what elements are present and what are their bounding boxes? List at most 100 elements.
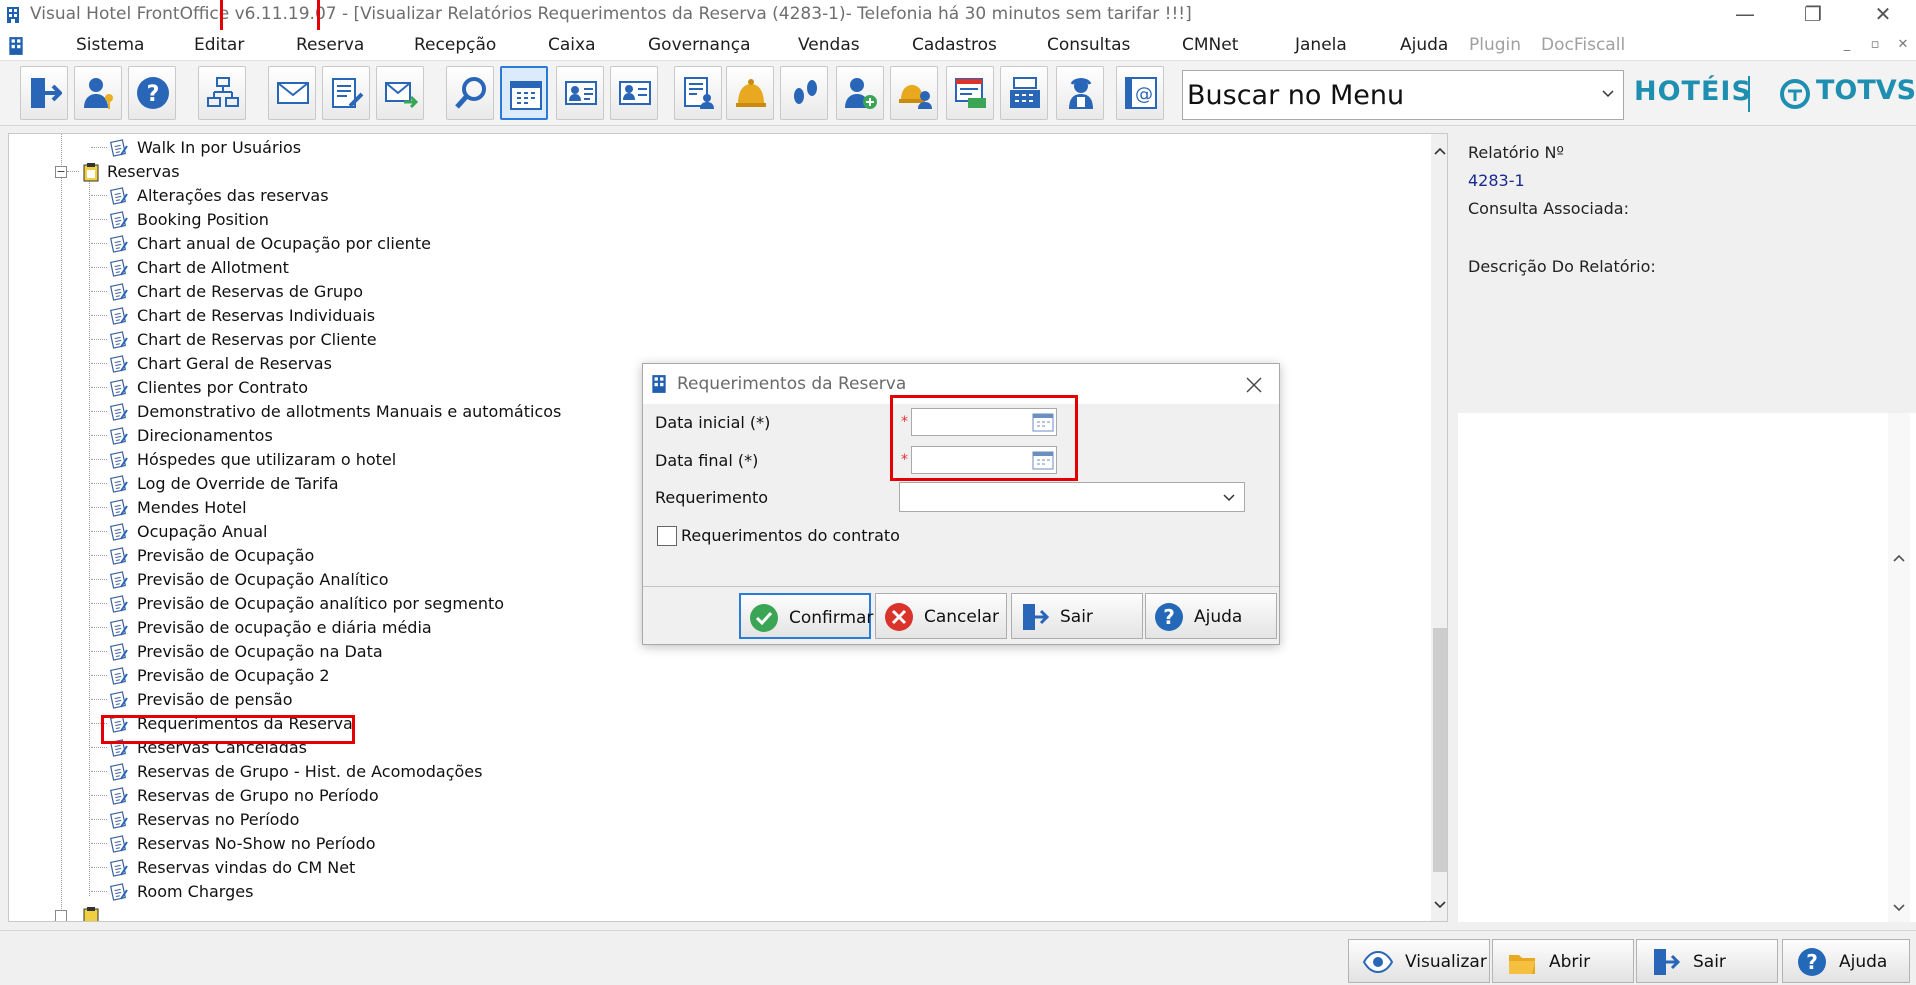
exit-button[interactable]: Sair bbox=[1636, 939, 1778, 983]
tree-group-partial[interactable] bbox=[9, 904, 1429, 921]
tb-bell-button[interactable] bbox=[726, 66, 774, 120]
brand-hoteis-logo: HOTÉIS bbox=[1634, 76, 1752, 107]
menu-search-combobox[interactable]: Buscar no Menu bbox=[1182, 70, 1624, 120]
dialog-exit-button[interactable]: Sair bbox=[1011, 593, 1143, 639]
tree-item[interactable]: Chart de Allotment bbox=[9, 256, 1429, 280]
menu-docfiscall[interactable]: DocFiscall bbox=[1541, 35, 1625, 55]
tb-maid-button[interactable] bbox=[1056, 66, 1104, 120]
tree-item[interactable]: Reservas de Grupo no Período bbox=[9, 784, 1429, 808]
menu-cmnet[interactable]: CMNet bbox=[1182, 35, 1238, 55]
tree-item-label: Ocupação Anual bbox=[137, 522, 268, 541]
tree-item[interactable]: Booking Position bbox=[9, 208, 1429, 232]
open-button[interactable]: Abrir bbox=[1492, 939, 1634, 983]
help-button[interactable]: ? Ajuda bbox=[1782, 939, 1910, 983]
close-button[interactable]: ✕ bbox=[1860, 0, 1906, 30]
tree-item[interactable]: Chart de Reservas Individuais bbox=[9, 304, 1429, 328]
scroll-down-icon[interactable] bbox=[1893, 903, 1905, 913]
report-icon bbox=[109, 787, 128, 805]
tb-reservation-card-button[interactable] bbox=[610, 66, 658, 120]
minimize-button[interactable]: — bbox=[1722, 0, 1768, 30]
chevron-down-icon[interactable] bbox=[1601, 87, 1615, 101]
tree-item[interactable]: Room Charges bbox=[9, 880, 1429, 904]
description-scrollbar[interactable] bbox=[1888, 413, 1910, 922]
menu-governanca[interactable]: Governança bbox=[648, 35, 751, 55]
menu-caixa[interactable]: Caixa bbox=[548, 35, 596, 55]
tb-help-button[interactable]: ? bbox=[128, 66, 176, 120]
menu-editar[interactable]: Editar bbox=[194, 35, 244, 55]
tb-edit-report-button[interactable] bbox=[322, 66, 370, 120]
tree-item[interactable]: Previsão de Ocupação 2 bbox=[9, 664, 1429, 688]
menu-reserva[interactable]: Reserva bbox=[296, 35, 364, 55]
tree-item[interactable]: Chart de Reservas de Grupo bbox=[9, 280, 1429, 304]
exit-icon bbox=[1023, 604, 1050, 630]
calendar-icon bbox=[510, 81, 542, 110]
scroll-down-icon[interactable] bbox=[1434, 900, 1446, 910]
svg-text:?: ? bbox=[147, 82, 160, 107]
dialog-help-label: Ajuda bbox=[1194, 607, 1243, 627]
tree-item-label: Reservas no Período bbox=[137, 810, 300, 829]
tree-item[interactable]: Previsão de pensão bbox=[9, 688, 1429, 712]
tb-footprint-button[interactable] bbox=[780, 66, 828, 120]
scroll-up-icon[interactable] bbox=[1893, 553, 1905, 563]
tree-item[interactable]: Reservas de Grupo - Hist. de Acomodações bbox=[9, 760, 1429, 784]
tree-vertical-scrollbar[interactable] bbox=[1431, 134, 1447, 921]
tree-item[interactable]: Alterações das reservas bbox=[9, 184, 1429, 208]
tb-guest-card-button[interactable] bbox=[556, 66, 604, 120]
tree-item[interactable]: Chart de Reservas por Cliente bbox=[9, 328, 1429, 352]
view-label: Visualizar bbox=[1405, 952, 1487, 972]
tb-user-key-button[interactable] bbox=[74, 66, 122, 120]
dialog-help-button[interactable]: ? Ajuda bbox=[1145, 593, 1277, 639]
menu-janela[interactable]: Janela bbox=[1295, 35, 1347, 55]
tb-exit-button[interactable] bbox=[20, 66, 68, 120]
tree-item[interactable]: Reservas vindas do CM Net bbox=[9, 856, 1429, 880]
tree-item[interactable]: Reservas no Período bbox=[9, 808, 1429, 832]
tb-contact-email-button[interactable]: @ bbox=[1116, 66, 1164, 120]
report-icon bbox=[109, 283, 128, 301]
tb-cash-register-button[interactable] bbox=[1000, 66, 1048, 120]
tb-org-chart-button[interactable] bbox=[198, 66, 246, 120]
tree-item-label: Chart Geral de Reservas bbox=[137, 354, 332, 373]
contract-requirements-checkbox[interactable] bbox=[657, 526, 677, 546]
folder-icon bbox=[1509, 955, 1535, 974]
requirement-select[interactable] bbox=[899, 482, 1245, 512]
mdi-restore-button[interactable]: ▫ bbox=[1866, 36, 1884, 54]
tb-calendar-button[interactable] bbox=[500, 66, 548, 120]
check-icon bbox=[750, 604, 778, 632]
menu-recepcao[interactable]: Recepção bbox=[414, 35, 496, 55]
mdi-minimize-button[interactable]: _ bbox=[1838, 36, 1856, 54]
tree-scroll-thumb[interactable] bbox=[1433, 628, 1447, 872]
cancel-button[interactable]: Cancelar bbox=[875, 593, 1007, 639]
tree-item-label: Reservas de Grupo - Hist. de Acomodações bbox=[137, 762, 483, 781]
tb-mail-button[interactable] bbox=[268, 66, 316, 120]
mdi-close-button[interactable]: ✕ bbox=[1894, 36, 1912, 54]
menu-consultas[interactable]: Consultas bbox=[1047, 35, 1130, 55]
tree-item-label: Previsão de Ocupação Analítico bbox=[137, 570, 389, 589]
tb-search-button[interactable] bbox=[446, 66, 494, 120]
view-button[interactable]: Visualizar bbox=[1348, 939, 1490, 983]
tree-item[interactable]: Chart anual de Ocupação por cliente bbox=[9, 232, 1429, 256]
menu-sistema[interactable]: Sistema bbox=[76, 35, 144, 55]
chevron-down-icon[interactable] bbox=[1222, 492, 1236, 504]
collapse-toggle-icon[interactable] bbox=[55, 910, 67, 921]
scroll-up-icon[interactable] bbox=[1434, 146, 1446, 156]
tb-cash-report-button[interactable] bbox=[946, 66, 994, 120]
menu-plugin[interactable]: Plugin bbox=[1469, 35, 1521, 55]
menu-ajuda[interactable]: Ajuda bbox=[1400, 35, 1448, 55]
dialog-close-icon[interactable] bbox=[1245, 376, 1263, 394]
tb-send-mail-button[interactable] bbox=[376, 66, 424, 120]
restore-button[interactable]: ❐ bbox=[1790, 0, 1836, 30]
cancel-label: Cancelar bbox=[924, 607, 999, 627]
org-chart-icon bbox=[207, 77, 239, 107]
tree-item[interactable]: Reservas No-Show no Período bbox=[9, 832, 1429, 856]
collapse-toggle-icon[interactable]: − bbox=[55, 166, 67, 178]
tree-item[interactable]: Walk In por Usuários bbox=[9, 136, 1429, 160]
confirm-button[interactable]: Confirmar bbox=[739, 593, 873, 639]
menu-search-text: Buscar no Menu bbox=[1187, 80, 1405, 111]
menu-vendas[interactable]: Vendas bbox=[798, 35, 860, 55]
tb-add-user-button[interactable] bbox=[836, 66, 884, 120]
bottom-action-bar: Visualizar Abrir Sair ? Ajuda bbox=[0, 930, 1916, 985]
tb-report-user-button[interactable] bbox=[674, 66, 722, 120]
tree-group-reservas[interactable]: − Reservas bbox=[9, 160, 1429, 184]
menu-cadastros[interactable]: Cadastros bbox=[912, 35, 997, 55]
tb-concierge-button[interactable] bbox=[890, 66, 938, 120]
